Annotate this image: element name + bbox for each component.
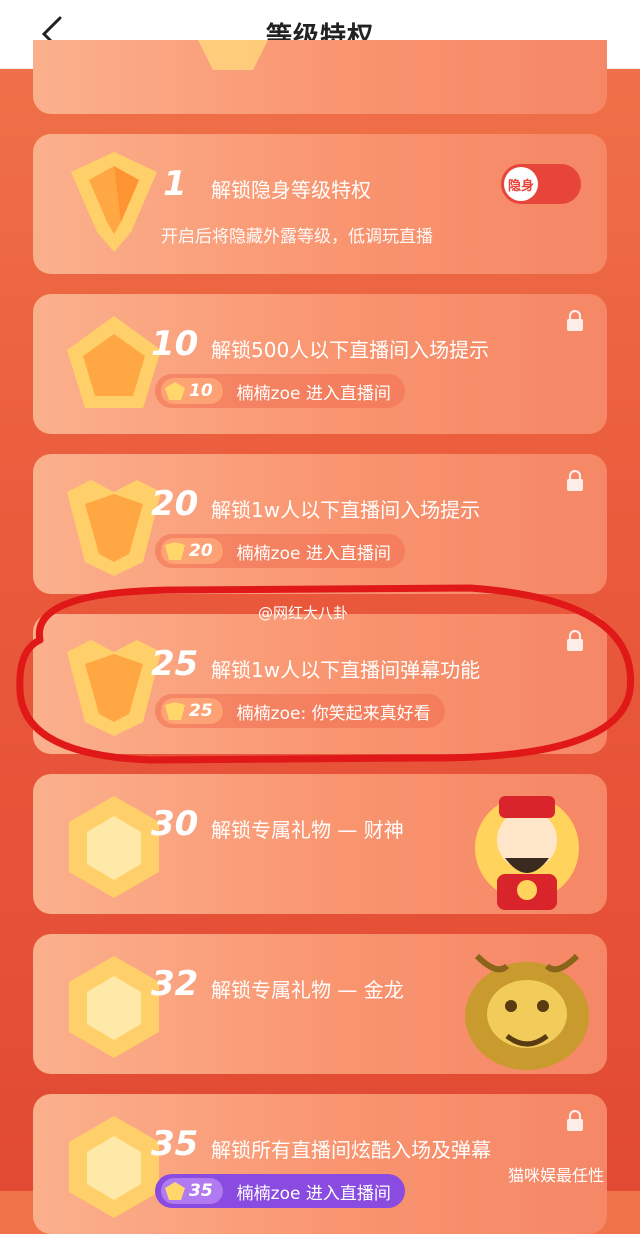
wing-crest-icon — [71, 152, 157, 252]
lock-icon — [567, 1110, 583, 1131]
entry-preview-pill: 10 楠楠zoe 进入直播间 — [155, 374, 405, 408]
lock-icon — [567, 310, 583, 331]
toggle-knob: 隐身 — [504, 167, 538, 201]
privilege-title: 解锁专属礼物 — 金龙 — [211, 978, 404, 1002]
level-badge: 10 — [161, 378, 223, 404]
stealth-toggle[interactable]: 隐身 — [501, 164, 581, 204]
danmaku-preview-pill: 25 楠楠zoe: 你笑起来真好看 — [155, 694, 445, 728]
privilege-title: 解锁专属礼物 — 财神 — [211, 818, 404, 842]
privilege-title: 解锁所有直播间炫酷入场及弹幕 — [211, 1138, 491, 1162]
privilege-title: 解锁1w人以下直播间入场提示 — [211, 498, 481, 522]
privilege-description: 开启后将隐藏外露等级，低调玩直播 — [161, 227, 433, 247]
privilege-card-level-1: 1 解锁隐身等级特权 开启后将隐藏外露等级，低调玩直播 隐身 — [33, 134, 607, 274]
privilege-card-level-25: 25 解锁1w人以下直播间弹幕功能 25 楠楠zoe: 你笑起来真好看 — [33, 614, 607, 754]
watermark-bottom: 猫咪娱最任性 — [508, 1166, 605, 1185]
gem-icon — [165, 382, 185, 400]
lock-icon — [567, 630, 583, 651]
level-badge: 25 — [161, 698, 223, 724]
gem-icon — [198, 40, 268, 70]
lock-icon — [567, 470, 583, 491]
entry-preview-pill: 35 楠楠zoe 进入直播间 — [155, 1174, 405, 1208]
watermark-center: @网红大八卦 — [258, 604, 349, 622]
gem-icon — [165, 1182, 185, 1200]
preview-message: 楠楠zoe 进入直播间 — [236, 543, 391, 564]
privilege-title: 解锁隐身等级特权 — [211, 178, 371, 202]
privilege-card-level-20: 20 解锁1w人以下直播间入场提示 20 楠楠zoe 进入直播间 — [33, 454, 607, 594]
level-badge: 20 — [161, 538, 223, 564]
gem-icon — [165, 702, 185, 720]
god-of-wealth-gift-icon — [475, 796, 579, 910]
privilege-card-level-32: 32 解锁专属礼物 — 金龙 — [33, 934, 607, 1074]
privilege-title: 解锁1w人以下直播间弹幕功能 — [211, 658, 481, 682]
privilege-title: 解锁500人以下直播间入场提示 — [211, 338, 490, 362]
level-badge: 35 — [161, 1178, 223, 1204]
privilege-card-level-30: 30 解锁专属礼物 — 财神 — [33, 774, 607, 914]
preview-message: 楠楠zoe 进入直播间 — [236, 383, 391, 404]
preview-message: 楠楠zoe: 你笑起来真好看 — [236, 703, 431, 724]
privilege-card-level-10: 10 解锁500人以下直播间入场提示 10 楠楠zoe 进入直播间 — [33, 294, 607, 434]
privilege-card-partial — [33, 40, 607, 114]
entry-preview-pill: 20 楠楠zoe 进入直播间 — [155, 534, 405, 568]
gem-icon — [165, 542, 185, 560]
golden-dragon-gift-icon — [465, 953, 589, 1070]
preview-message: 楠楠zoe 进入直播间 — [236, 1183, 391, 1204]
